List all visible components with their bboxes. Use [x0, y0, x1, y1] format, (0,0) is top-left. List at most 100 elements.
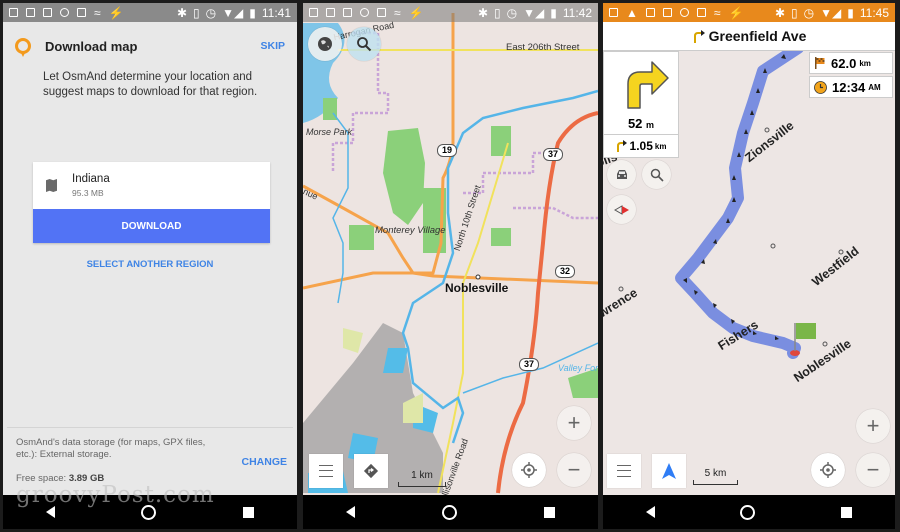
checkered-flag-icon: [815, 57, 825, 69]
zoom-out-button[interactable]: −: [557, 453, 591, 487]
home-icon[interactable]: [441, 504, 457, 520]
park-label: Valley Forge: [558, 363, 598, 373]
my-location-button[interactable]: [512, 453, 546, 487]
search-button[interactable]: [642, 160, 671, 189]
next-turn-value: 1.05: [629, 139, 653, 153]
park-area: [349, 225, 374, 250]
vpn-icon: [679, 8, 689, 17]
navigation-button[interactable]: [652, 454, 686, 488]
alarm-icon: ◷: [506, 5, 518, 20]
nav-bar: [603, 495, 895, 529]
next-street-bar[interactable]: Greenfield Ave: [603, 22, 895, 51]
watermark: groovyPost.com: [16, 482, 215, 508]
charging-icon: ⚡: [408, 5, 424, 20]
header: Download map SKIP: [15, 33, 285, 59]
road-label: East 206th Street: [506, 42, 580, 53]
gmail-icon: [9, 8, 18, 17]
search-icon: [650, 168, 664, 182]
menu-button[interactable]: [607, 454, 641, 488]
town-dot: [475, 274, 481, 280]
globe-icon: [318, 37, 332, 51]
zoom-in-button[interactable]: +: [856, 409, 890, 443]
map-layers-button[interactable]: [308, 27, 342, 61]
scale-label: 1 km: [411, 470, 433, 481]
skip-button[interactable]: SKIP: [260, 40, 285, 52]
region-row[interactable]: Indiana 95.3 MB: [33, 162, 270, 209]
region-card: Indiana 95.3 MB DOWNLOAD: [33, 162, 270, 243]
route-shield: 32: [555, 265, 576, 278]
navigation-screen: Zionsville Westfield Lawrence Fishers No…: [603, 3, 895, 529]
compass-button[interactable]: [607, 195, 636, 224]
bluetooth-icon: ✱: [176, 5, 188, 20]
distance-to-destination[interactable]: 62.0 km: [809, 52, 893, 74]
arrival-time-unit: AM: [868, 82, 881, 92]
home-icon[interactable]: [740, 504, 756, 520]
status-time: 11:41: [261, 5, 291, 20]
compass-icon: [613, 204, 629, 215]
route-shield: 19: [437, 144, 458, 157]
turn-instruction[interactable]: 52 m: [603, 51, 679, 136]
recents-icon[interactable]: [242, 506, 254, 518]
plus-icon: +: [567, 410, 581, 435]
signal-icon: ▼◢: [523, 5, 545, 20]
page-title: Download map: [45, 38, 138, 54]
battery-icon: ▮: [249, 5, 256, 20]
wifi-icon: ≈: [713, 5, 721, 20]
bluetooth-icon: ✱: [774, 5, 786, 20]
alarm-icon: ◷: [205, 5, 217, 20]
back-icon[interactable]: [346, 506, 356, 518]
turn-right-arrow-icon: [627, 61, 669, 109]
route-shield: 37: [543, 148, 564, 161]
menu-button[interactable]: [309, 454, 343, 488]
change-storage-button[interactable]: CHANGE: [241, 456, 287, 468]
map-scale: 1 km: [398, 470, 446, 487]
remaining-distance-unit: km: [859, 58, 871, 68]
battery-icon: ▮: [550, 5, 557, 20]
turn-right-small-icon: [693, 30, 705, 43]
recents-icon[interactable]: [543, 506, 555, 518]
bluetooth-icon: ✱: [477, 5, 489, 20]
search-button[interactable]: [347, 27, 381, 61]
map-screen: Harrogan Road East 206th Street Morse Pa…: [303, 3, 598, 529]
back-icon[interactable]: [645, 506, 655, 518]
directions-button[interactable]: [354, 454, 388, 488]
my-location-button[interactable]: [811, 453, 845, 487]
plus-icon: +: [866, 413, 880, 438]
map-canvas[interactable]: [303, 3, 598, 529]
storage-info: OsmAnd's data storage (for maps, GPX fil…: [16, 437, 206, 460]
next-turn-info[interactable]: 1.05 km: [603, 134, 679, 158]
next-street-name: Greenfield Ave: [708, 28, 807, 44]
nav-bar: [303, 495, 598, 529]
image-icon: [645, 8, 655, 17]
location-target-icon: [820, 462, 836, 478]
wifi-icon: ≈: [394, 5, 401, 20]
lock-icon: [662, 8, 672, 17]
download-button[interactable]: DOWNLOAD: [33, 209, 270, 243]
minus-icon: −: [567, 457, 581, 482]
vehicle-profile-button[interactable]: [607, 160, 636, 189]
recents-icon[interactable]: [841, 506, 853, 518]
finish-flag-icon: [796, 323, 816, 339]
route-shield: 37: [519, 358, 540, 371]
lock-icon: [43, 8, 52, 17]
location-pin-icon: [15, 38, 31, 57]
scale-bar: [398, 482, 446, 487]
status-time: 11:42: [562, 5, 592, 20]
region-name: Indiana: [72, 173, 110, 185]
menu-icon: [319, 465, 333, 477]
zoom-out-button[interactable]: −: [856, 453, 890, 487]
turn-right-small-icon: [616, 140, 627, 152]
gmail-icon: [609, 8, 618, 17]
vibrate-icon: ▯: [494, 5, 501, 20]
remaining-distance-value: 62.0: [831, 55, 857, 71]
vibrate-icon: ▯: [791, 5, 798, 20]
arrival-time[interactable]: 12:34 AM: [809, 76, 893, 98]
charging-icon: ⚡: [728, 5, 744, 20]
zoom-in-button[interactable]: +: [557, 406, 591, 440]
navigation-arrow-icon: [662, 463, 676, 479]
map-icon: [46, 179, 57, 192]
route-line: [675, 42, 804, 359]
select-another-region-button[interactable]: SELECT ANOTHER REGION: [3, 259, 297, 270]
park-area: [491, 228, 511, 246]
scale-label: 5 km: [704, 468, 727, 479]
